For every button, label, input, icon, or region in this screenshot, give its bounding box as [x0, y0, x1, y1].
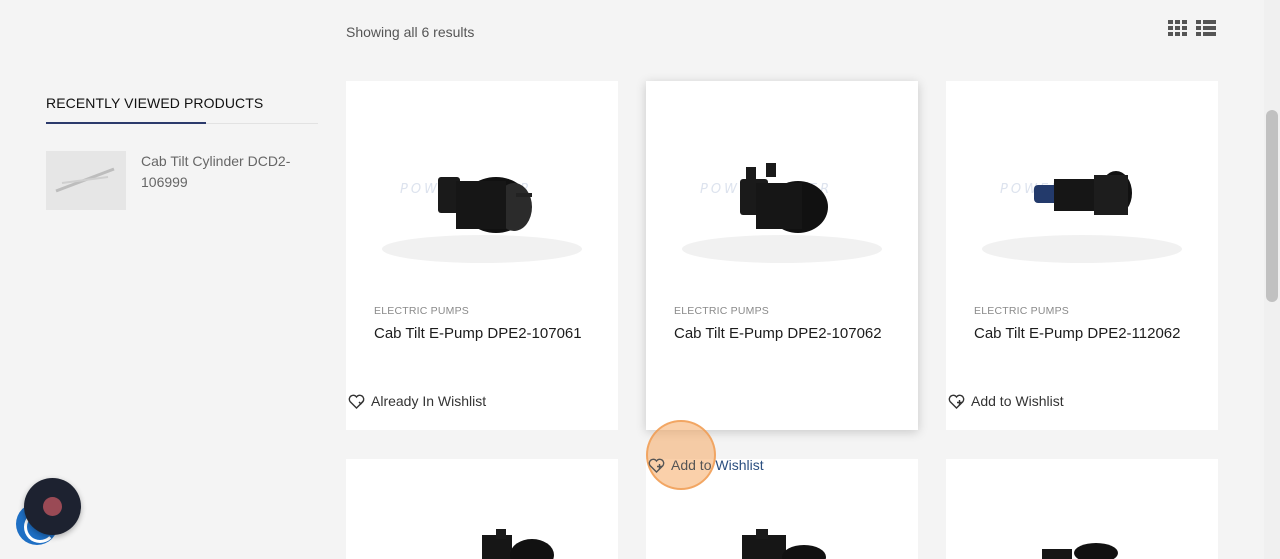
wishlist-link[interactable]: Add to Wishlist	[948, 393, 1064, 409]
heart-icon	[648, 458, 665, 473]
product-image[interactable]: POWERPACKER	[946, 81, 1218, 291]
wishlist-label[interactable]: Already In Wishlist	[371, 393, 486, 409]
scrollbar[interactable]	[1264, 0, 1280, 559]
sidebar-title: RECENTLY VIEWED PRODUCTS	[46, 95, 264, 111]
record-button[interactable]	[24, 478, 81, 535]
product-image[interactable]: POWERPACKER	[646, 81, 918, 291]
recently-viewed-name[interactable]: Cab Tilt Cylinder DCD2-106999	[141, 151, 311, 210]
sidebar: RECENTLY VIEWED PRODUCTS Cab Tilt Cylind…	[46, 95, 318, 210]
product-card[interactable]	[946, 459, 1218, 559]
view-toggle	[1168, 20, 1216, 37]
product-image[interactable]	[946, 459, 1218, 559]
wishlist-label[interactable]: Add to Wishlist	[971, 393, 1064, 409]
product-title[interactable]: Cab Tilt E-Pump DPE2-107062	[674, 323, 904, 345]
grid-view-icon[interactable]	[1168, 20, 1188, 37]
wishlist-label-part[interactable]: Add to	[671, 457, 715, 473]
results-count: Showing all 6 results	[346, 24, 475, 40]
heart-icon	[948, 394, 965, 409]
product-card[interactable]: POWERPACKER ELECTRIC PUMPS Cab Tilt E-Pu…	[646, 81, 918, 430]
product-category: ELECTRIC PUMPS	[374, 305, 469, 317]
wishlist-label[interactable]: Add to Wishlist	[671, 457, 764, 473]
product-card[interactable]	[346, 459, 618, 559]
product-thumbnail[interactable]	[46, 151, 126, 210]
record-icon	[43, 497, 62, 516]
wishlist-label-link[interactable]: Wishlist	[715, 457, 763, 473]
list-view-icon[interactable]	[1196, 20, 1216, 37]
hover-wishlist-link[interactable]: Add to Wishlist	[648, 457, 764, 473]
scrollbar-thumb[interactable]	[1266, 110, 1278, 302]
product-card[interactable]: POWERPACKER ELECTRIC PUMPS Cab Tilt E-Pu…	[946, 81, 1218, 430]
wishlist-link[interactable]: Already In Wishlist	[348, 393, 486, 409]
product-category: ELECTRIC PUMPS	[974, 305, 1069, 317]
product-category: ELECTRIC PUMPS	[674, 305, 769, 317]
product-title[interactable]: Cab Tilt E-Pump DPE2-107061	[374, 323, 604, 345]
sidebar-divider	[46, 122, 318, 124]
product-title[interactable]: Cab Tilt E-Pump DPE2-112062	[974, 323, 1204, 345]
product-image[interactable]: POWERPACKER	[346, 81, 618, 291]
heart-icon	[348, 394, 365, 409]
product-image[interactable]	[346, 459, 618, 559]
product-card[interactable]: POWERPACKER ELECTRIC PUMPS Cab Tilt E-Pu…	[346, 81, 618, 430]
click-marker	[646, 420, 716, 490]
recently-viewed-item[interactable]: Cab Tilt Cylinder DCD2-106999	[46, 151, 318, 210]
